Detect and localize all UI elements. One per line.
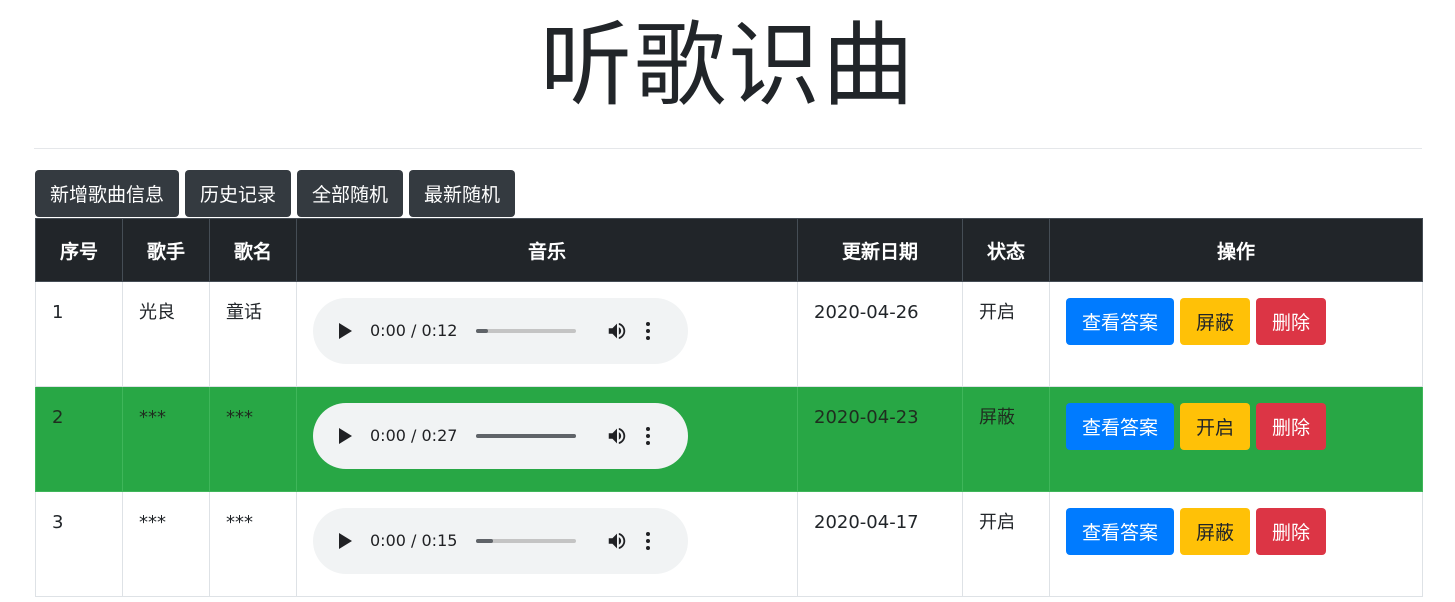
page-container: 听歌识曲 新增歌曲信息 历史记录 全部随机 最新随机 序号 歌手 歌名 音乐 更…: [34, 0, 1423, 597]
row-song: ***: [226, 512, 253, 533]
cell-index: 3: [35, 491, 123, 597]
delete-button[interactable]: 删除: [1256, 298, 1327, 345]
toggle-status-button[interactable]: 屏蔽: [1180, 508, 1251, 555]
random-all-button[interactable]: 全部随机: [297, 170, 404, 217]
cell-date: 2020-04-17: [797, 491, 963, 597]
cell-index: 1: [35, 281, 123, 387]
table-body: 1 光良 童话 0:00 / 0:12 2020-04-26 开启 查看答案 屏…: [35, 281, 1423, 597]
table-row: 1 光良 童话 0:00 / 0:12 2020-04-26 开启 查看答案 屏…: [35, 281, 1423, 387]
cell-date: 2020-04-26: [797, 281, 963, 387]
songs-table: 序号 歌手 歌名 音乐 更新日期 状态 操作 1 光良 童话 0:00 / 0:…: [35, 218, 1423, 597]
row-singer: ***: [139, 512, 166, 533]
more-vert-icon[interactable]: [646, 322, 651, 340]
cell-singer: ***: [122, 386, 210, 492]
cell-song: ***: [209, 491, 297, 597]
cell-music: 0:00 / 0:27: [296, 386, 798, 492]
audio-time: 0:00 / 0:12: [370, 321, 458, 340]
view-answer-button[interactable]: 查看答案: [1066, 508, 1175, 555]
history-button[interactable]: 历史记录: [185, 170, 292, 217]
audio-progress-fill: [476, 434, 577, 438]
header-actions: 操作: [1049, 218, 1423, 282]
header-index: 序号: [35, 218, 123, 282]
row-date: 2020-04-26: [814, 302, 919, 323]
header-date: 更新日期: [797, 218, 963, 282]
view-answer-button[interactable]: 查看答案: [1066, 298, 1175, 345]
row-singer: ***: [139, 407, 166, 428]
play-icon[interactable]: [339, 323, 352, 339]
cell-actions: 查看答案 开启 删除: [1049, 386, 1423, 492]
cell-status: 屏蔽: [962, 386, 1050, 492]
cell-singer: ***: [122, 491, 210, 597]
table-row: 3 *** *** 0:00 / 0:15 2020-04-17 开启 查看答案…: [35, 491, 1423, 597]
row-status: 屏蔽: [979, 407, 1015, 428]
more-vert-icon[interactable]: [646, 532, 651, 550]
row-index: 1: [52, 302, 64, 323]
cell-music: 0:00 / 0:15: [296, 491, 798, 597]
toggle-status-button[interactable]: 开启: [1180, 403, 1251, 450]
header-song: 歌名: [209, 218, 297, 282]
page-title: 听歌识曲: [539, 12, 916, 119]
cell-status: 开启: [962, 281, 1050, 387]
play-icon[interactable]: [339, 428, 352, 444]
audio-progress-slider[interactable]: [476, 539, 577, 543]
volume-icon[interactable]: [606, 425, 628, 447]
row-song: ***: [226, 407, 253, 428]
cell-status: 开启: [962, 491, 1050, 597]
audio-progress-slider[interactable]: [476, 434, 577, 438]
cell-singer: 光良: [122, 281, 210, 387]
toggle-status-button[interactable]: 屏蔽: [1180, 298, 1251, 345]
more-vert-icon[interactable]: [646, 427, 651, 445]
table-header-row: 序号 歌手 歌名 音乐 更新日期 状态 操作: [35, 218, 1423, 282]
audio-player: 0:00 / 0:15: [313, 508, 688, 574]
cell-date: 2020-04-23: [797, 386, 963, 492]
row-index: 3: [52, 512, 64, 533]
table-row: 2 *** *** 0:00 / 0:27 2020-04-23 屏蔽 查看答案…: [35, 386, 1423, 492]
cell-song: 童话: [209, 281, 297, 387]
header-singer: 歌手: [122, 218, 210, 282]
toolbar: 新增歌曲信息 历史记录 全部随机 最新随机: [35, 170, 516, 217]
songs-table-wrap: 序号 歌手 歌名 音乐 更新日期 状态 操作 1 光良 童话 0:00 / 0:…: [35, 218, 1423, 597]
volume-icon[interactable]: [606, 530, 628, 552]
audio-time: 0:00 / 0:27: [370, 426, 458, 445]
audio-progress-fill: [476, 539, 494, 543]
row-date: 2020-04-17: [814, 512, 919, 533]
row-singer: 光良: [139, 302, 175, 323]
add-song-button[interactable]: 新增歌曲信息: [35, 170, 180, 217]
audio-time: 0:00 / 0:15: [370, 531, 458, 550]
delete-button[interactable]: 删除: [1256, 508, 1327, 555]
view-answer-button[interactable]: 查看答案: [1066, 403, 1175, 450]
cell-music: 0:00 / 0:12: [296, 281, 798, 387]
row-actions: 查看答案 开启 删除: [1066, 403, 1406, 450]
audio-progress-slider[interactable]: [476, 329, 577, 333]
cell-song: ***: [209, 386, 297, 492]
random-latest-button[interactable]: 最新随机: [409, 170, 516, 217]
row-date: 2020-04-23: [814, 407, 919, 428]
delete-button[interactable]: 删除: [1256, 403, 1327, 450]
row-actions: 查看答案 屏蔽 删除: [1066, 298, 1406, 345]
play-icon[interactable]: [339, 533, 352, 549]
audio-player: 0:00 / 0:12: [313, 298, 688, 364]
row-status: 开启: [979, 512, 1015, 533]
cell-index: 2: [35, 386, 123, 492]
title-divider: [34, 148, 1422, 149]
cell-actions: 查看答案 屏蔽 删除: [1049, 281, 1423, 387]
cell-actions: 查看答案 屏蔽 删除: [1049, 491, 1423, 597]
header-status: 状态: [962, 218, 1050, 282]
audio-player: 0:00 / 0:27: [313, 403, 688, 469]
row-actions: 查看答案 屏蔽 删除: [1066, 508, 1406, 555]
row-index: 2: [52, 407, 64, 428]
audio-progress-fill: [476, 329, 489, 333]
row-song: 童话: [226, 302, 262, 323]
header-music: 音乐: [296, 218, 798, 282]
volume-icon[interactable]: [606, 320, 628, 342]
row-status: 开启: [979, 302, 1015, 323]
